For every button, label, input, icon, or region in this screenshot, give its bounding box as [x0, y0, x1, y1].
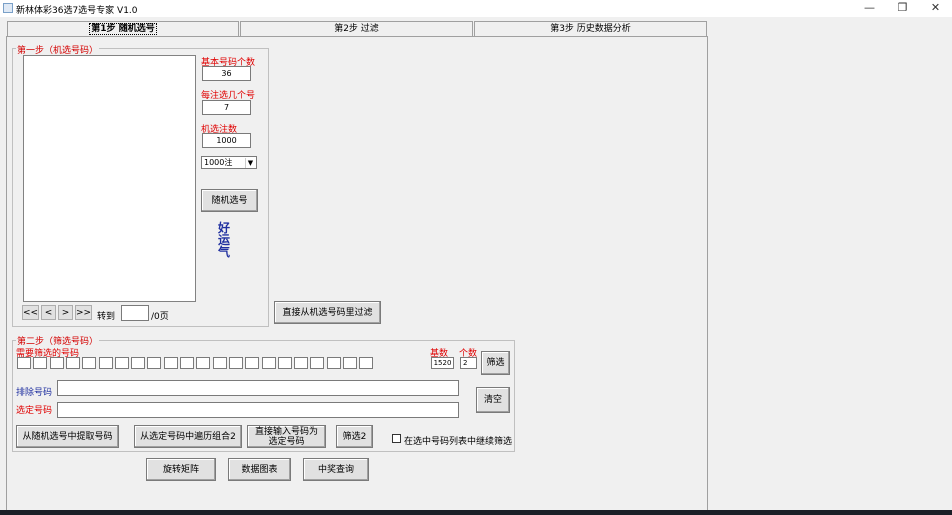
filter-number-box[interactable]	[228, 357, 243, 369]
title-bar	[0, 0, 952, 17]
exclude-input[interactable]	[57, 380, 459, 396]
filter-button[interactable]: 筛选	[481, 351, 510, 375]
base-input[interactable]: 1520	[431, 357, 454, 369]
tab-random-select[interactable]: 第1步 随机选号	[7, 21, 239, 37]
filter-number-box[interactable]	[294, 357, 309, 369]
filter2-button[interactable]: 筛选2	[336, 425, 373, 448]
filter-number-row	[17, 357, 377, 369]
exclude-label: 排除号码	[16, 388, 53, 398]
direct-input-button[interactable]: 直接输入号码为选定号码	[247, 425, 326, 448]
bets-select-value: 1000注	[204, 158, 233, 167]
chevron-down-icon: ▼	[245, 158, 255, 168]
page-total: /0页	[151, 312, 169, 322]
filter-number-box[interactable]	[180, 357, 194, 369]
app-icon	[3, 3, 13, 13]
filter-number-box[interactable]	[277, 357, 292, 369]
page-input[interactable]	[121, 305, 149, 321]
filter-number-box[interactable]	[359, 357, 374, 369]
restore-icon[interactable]: ❐	[886, 0, 919, 17]
filter-number-box[interactable]	[82, 357, 97, 369]
filter-number-box[interactable]	[310, 357, 325, 369]
bets-select[interactable]: 1000注 ▼	[201, 156, 257, 169]
rotate-matrix-button[interactable]: 旋转矩阵	[146, 458, 216, 481]
filter-number-box[interactable]	[114, 357, 129, 369]
continue-filter-label: 在选中号码列表中继续筛选	[404, 437, 513, 447]
traverse-combination-button[interactable]: 从选定号码中遍历组合2	[134, 425, 242, 448]
fixed-label: 选定号码	[16, 406, 53, 416]
filter-number-box[interactable]	[65, 357, 80, 369]
nav-prev-button[interactable]: <	[41, 305, 56, 320]
filter-direct-button[interactable]: 直接从机选号码里过滤	[274, 301, 381, 324]
taskbar	[0, 510, 952, 515]
tab-history-analysis[interactable]: 第3步 历史数据分析	[474, 21, 707, 36]
filter-number-box[interactable]	[196, 357, 211, 369]
filter-number-box[interactable]	[261, 357, 276, 369]
filter-number-box[interactable]	[326, 357, 341, 369]
per-bet-input[interactable]: 7	[202, 100, 251, 115]
nav-next-button[interactable]: >	[58, 305, 73, 320]
clear-button[interactable]: 清空	[476, 387, 510, 413]
tab-filter[interactable]: 第2步 过滤	[240, 21, 473, 36]
window-title: 新林体彩36选7选号专家 V1.0	[16, 6, 138, 16]
filter-number-box[interactable]	[163, 357, 178, 369]
filter-number-box[interactable]	[131, 357, 146, 369]
goto-label: 转到	[97, 312, 116, 322]
prize-query-button[interactable]: 中奖查询	[303, 458, 369, 481]
filter-number-box[interactable]	[212, 357, 227, 369]
filter-number-box[interactable]	[343, 357, 357, 369]
luck-text: 好运气	[218, 221, 231, 259]
machine-number-list[interactable]	[23, 55, 196, 302]
random-select-button[interactable]: 随机选号	[201, 189, 258, 212]
count-input[interactable]: 2	[460, 357, 477, 369]
machine-bets-input[interactable]: 1000	[202, 133, 251, 148]
filter-number-box[interactable]	[98, 357, 113, 369]
data-chart-button[interactable]: 数据图表	[228, 458, 291, 481]
fixed-input[interactable]	[57, 402, 459, 418]
base-count-input[interactable]: 36	[202, 66, 251, 81]
nav-last-button[interactable]: >>	[75, 305, 92, 320]
extract-numbers-button[interactable]: 从随机选号中提取号码	[16, 425, 119, 448]
filter-number-box[interactable]	[17, 357, 31, 369]
filter-number-box[interactable]	[33, 357, 48, 369]
nav-first-button[interactable]: <<	[22, 305, 39, 320]
minimize-icon[interactable]: —	[853, 0, 886, 17]
close-icon[interactable]: ✕	[919, 0, 952, 17]
filter-number-box[interactable]	[245, 357, 260, 369]
filter-number-box[interactable]	[147, 357, 162, 369]
filter-number-box[interactable]	[49, 357, 64, 369]
continue-filter-checkbox[interactable]	[392, 434, 401, 443]
